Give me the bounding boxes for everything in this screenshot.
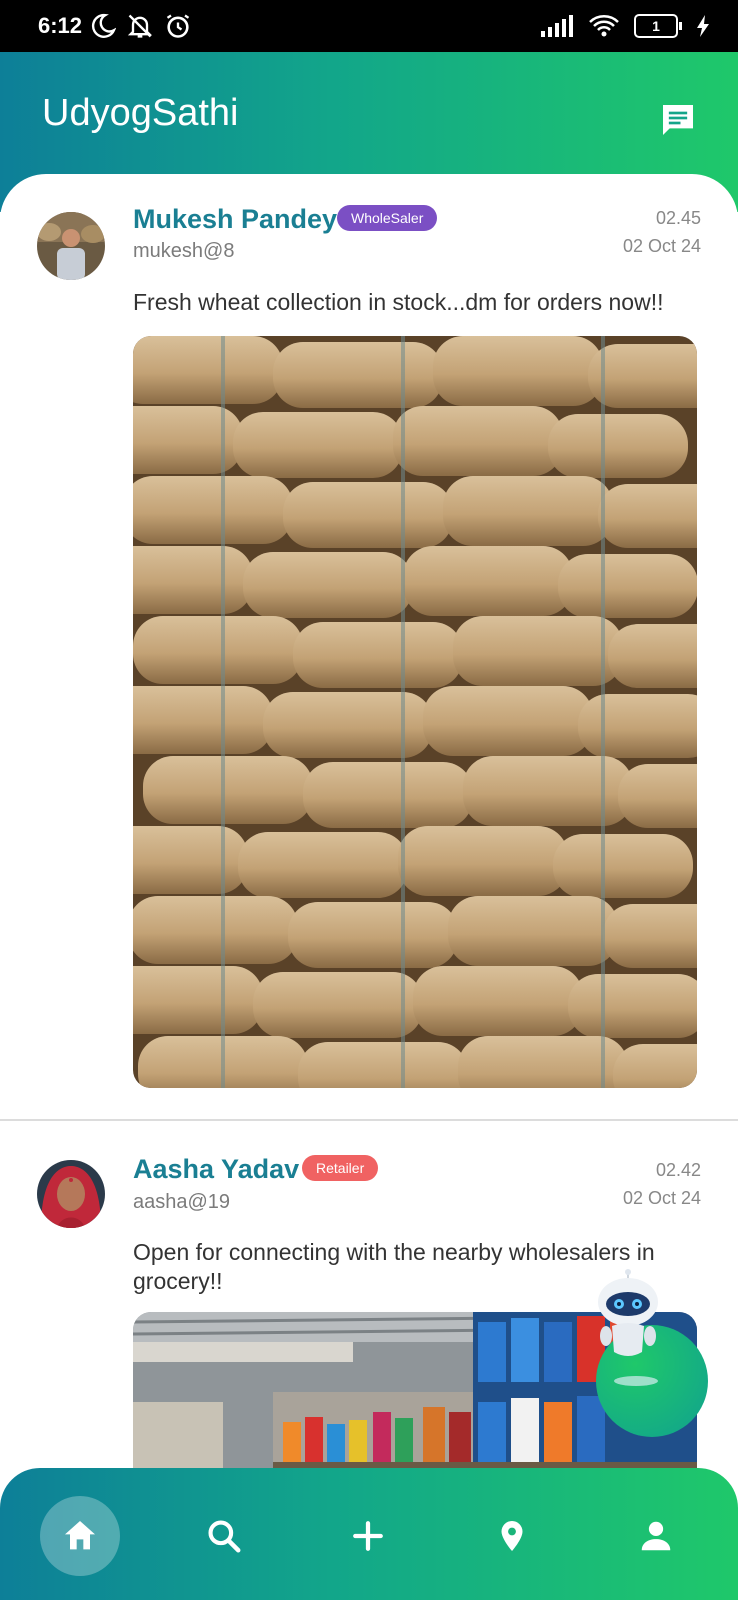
messages-button[interactable]: [656, 98, 700, 142]
status-bar: 6:12 1: [0, 0, 738, 52]
author-handle: aasha@19: [133, 1191, 231, 1213]
nav-home[interactable]: [40, 1496, 120, 1576]
post-time: 02.42: [655, 1160, 701, 1180]
notifications-muted-icon: [127, 14, 153, 38]
avatar[interactable]: [37, 1160, 105, 1228]
status-time: 6:12: [38, 13, 83, 38]
post-image[interactable]: [133, 336, 697, 1088]
search-icon: [208, 1520, 241, 1553]
wheat-sacks-image: [133, 336, 697, 1088]
signal-icon: [541, 15, 573, 37]
moon-icon: [91, 13, 117, 38]
nav-location[interactable]: [472, 1496, 552, 1576]
location-icon: [501, 1521, 523, 1551]
role-badge: WholeSaler: [337, 205, 438, 231]
bottom-navigation: [0, 1468, 738, 1600]
post-time: 02.45: [655, 208, 701, 228]
profile-icon: [641, 1521, 671, 1551]
alarm-icon: [166, 14, 190, 38]
author-handle: mukesh@8: [133, 240, 235, 262]
app-title: UdyogSathi: [42, 92, 239, 134]
assistant-bot-button[interactable]: [596, 1268, 708, 1438]
charging-icon: [697, 15, 709, 37]
role-badge: Retailer: [302, 1155, 379, 1181]
author-name[interactable]: Mukesh Pandey: [133, 204, 337, 235]
nav-add-post[interactable]: [328, 1496, 408, 1576]
add-icon: [353, 1521, 383, 1551]
post-date: 02 Oct 24: [622, 236, 701, 256]
nav-profile[interactable]: [616, 1496, 696, 1576]
post-text: Fresh wheat collection in stock...dm for…: [133, 289, 664, 315]
nav-search[interactable]: [184, 1496, 264, 1576]
home-icon: [65, 1521, 95, 1550]
wifi-icon: [589, 15, 619, 37]
author-name[interactable]: Aasha Yadav: [133, 1154, 299, 1185]
avatar[interactable]: [37, 212, 105, 280]
battery-level: 1: [634, 14, 678, 38]
battery-icon: 1: [634, 14, 682, 38]
post-card[interactable]: Mukesh Pandey WholeSaler mukesh@8 02.45 …: [0, 174, 738, 1120]
post-date: 02 Oct 24: [622, 1188, 701, 1208]
chat-icon: [663, 105, 693, 135]
